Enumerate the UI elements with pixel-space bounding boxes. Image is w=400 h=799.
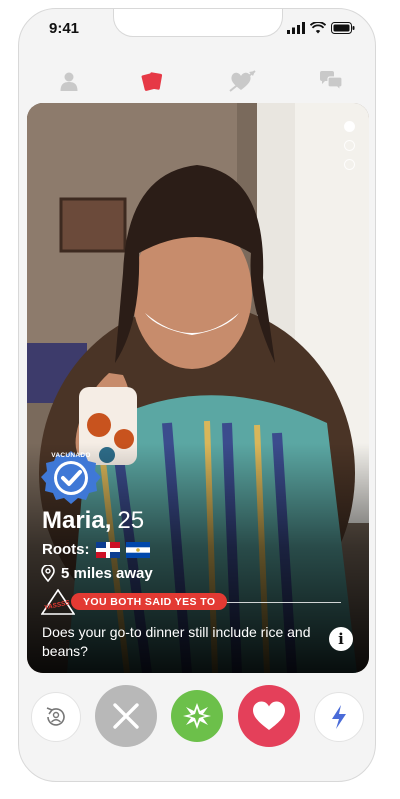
nav-matches[interactable] [223,61,263,101]
location-pin-icon [41,565,55,582]
cards-icon [141,72,163,91]
like-button[interactable] [238,685,300,747]
close-icon [113,703,139,729]
mutual-yes-row: YASSSS YOU BOTH SAID YES TO [41,589,341,615]
profile-card[interactable]: VACUNADO Maria, 25 Roots: 5 miles away Y… [27,103,369,673]
nav-cards[interactable] [133,61,173,101]
info-icon: i [338,630,344,648]
profile-age: 25 [117,507,145,534]
name-age-line: Maria, 25 [42,507,145,534]
wifi-icon [310,22,326,34]
profile-name: Maria [42,507,105,534]
photo-indicator [344,121,355,170]
battery-icon [331,22,355,34]
action-bar [19,681,375,751]
pass-button[interactable] [95,685,157,747]
status-time: 9:41 [49,20,80,37]
roots-label: Roots: [42,541,90,558]
nav-profile[interactable] [49,61,89,101]
phone-notch [113,9,283,37]
distance-line: 5 miles away [41,565,153,582]
vaccinated-badge: VACUNADO [39,449,103,509]
boost-button[interactable] [314,692,364,742]
status-icons [287,22,355,34]
rewind-icon [46,707,65,726]
photo-dot-1[interactable] [344,121,355,132]
photo-dot-2[interactable] [344,140,355,151]
rewind-button[interactable] [31,692,81,742]
profile-icon [60,72,78,91]
distance-text: 5 miles away [61,565,153,582]
photo-dot-3[interactable] [344,159,355,170]
roots-line: Roots: [42,541,150,558]
dominican-republic-flag [95,541,120,558]
heart-icon [253,701,285,730]
shared-question: Does your go-to dinner still include ric… [42,624,311,659]
vaccinated-badge-label: VACUNADO [51,452,91,459]
mutual-yes-pill: YOU BOTH SAID YES TO [71,593,228,610]
el-salvador-flag [125,541,150,558]
star-burst-icon [183,703,211,729]
top-nav [19,61,375,101]
signal-icon [287,22,305,34]
chat-icon [320,71,343,91]
lightning-icon [332,705,346,729]
nav-chat[interactable] [311,61,351,101]
super-button[interactable] [171,690,223,742]
info-button[interactable]: i [329,627,353,651]
heart-arrow-icon [229,70,256,92]
phone-frame: 9:41 VACUNADO Maria, 25 Roots: 5 miles a… [18,8,376,782]
